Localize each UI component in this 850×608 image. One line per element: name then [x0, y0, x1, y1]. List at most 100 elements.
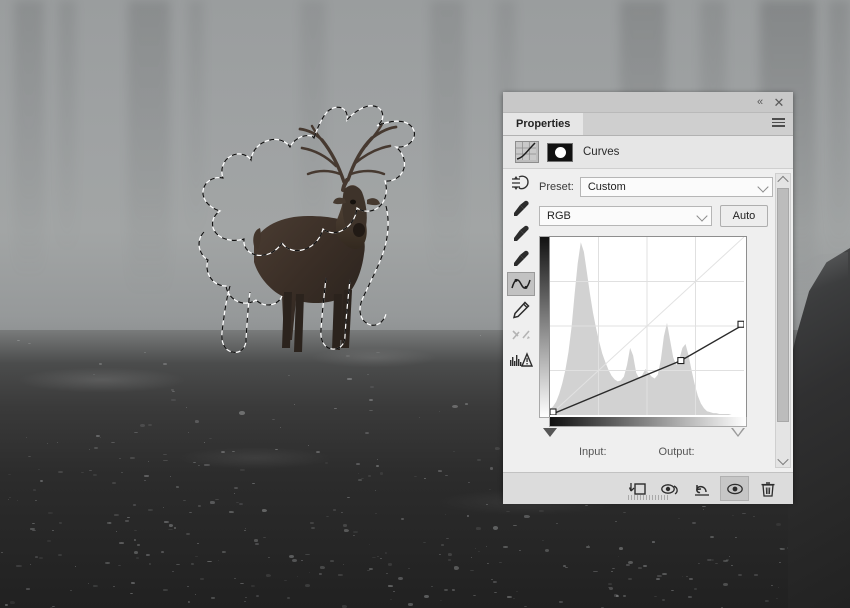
- channel-select[interactable]: RGB: [539, 206, 712, 226]
- ground-speck: [272, 418, 275, 421]
- ground-speck: [623, 595, 626, 597]
- delete-adjustment-layer-button[interactable]: [754, 477, 781, 500]
- ground-speck: [58, 471, 64, 474]
- layer-mask-thumbnail[interactable]: [547, 142, 573, 162]
- ground-speck: [130, 457, 135, 460]
- scrollbar-thumb[interactable]: [777, 188, 789, 422]
- ground-speck: [342, 524, 347, 527]
- ground-speck: [296, 576, 299, 578]
- black-point-slider[interactable]: [543, 428, 557, 437]
- curves-graph[interactable]: [549, 236, 747, 418]
- auto-button[interactable]: Auto: [720, 205, 768, 227]
- ground-speck: [161, 551, 164, 554]
- black-point-eyedropper-icon[interactable]: [508, 197, 534, 219]
- ground-speck: [338, 573, 344, 576]
- ground-speck: [445, 474, 448, 477]
- ground-speck: [112, 481, 116, 484]
- selection-outline-dashes: [359, 205, 389, 326]
- ground-speck: [146, 553, 150, 556]
- curves-graph-area[interactable]: [539, 236, 747, 437]
- ground-speck: [453, 566, 460, 570]
- ground-speck: [334, 407, 337, 410]
- ground-speck: [172, 570, 174, 572]
- white-point-eyedropper-icon[interactable]: [508, 247, 534, 269]
- adjustment-header: Curves: [503, 136, 793, 169]
- ground-speck: [265, 574, 271, 577]
- ground-speck: [368, 398, 374, 402]
- panel-scrollbar[interactable]: [775, 173, 791, 468]
- ground-speck: [524, 515, 530, 519]
- ground-speck: [392, 590, 396, 593]
- ground-speck: [479, 335, 482, 337]
- scroll-down-arrow-icon[interactable]: [776, 453, 790, 467]
- scroll-up-arrow-icon[interactable]: [776, 174, 790, 188]
- ground-speck: [46, 443, 49, 445]
- ground-speck: [240, 583, 244, 585]
- ground-speck: [280, 427, 282, 429]
- ground-speck: [198, 505, 201, 508]
- close-icon[interactable]: ✕: [772, 96, 786, 109]
- curve-control-point[interactable]: [550, 408, 557, 416]
- ground-speck: [118, 542, 124, 544]
- curve-control-point[interactable]: [677, 357, 685, 365]
- ground-speck: [250, 585, 256, 588]
- ground-speck: [221, 451, 226, 454]
- ground-speck: [342, 605, 347, 608]
- ground-speck: [307, 445, 310, 447]
- ground-speck: [32, 489, 36, 491]
- ground-speck: [94, 447, 99, 449]
- ground-speck: [628, 577, 633, 580]
- pencil-draw-curve-icon[interactable]: [508, 299, 534, 321]
- ground-speck: [545, 548, 550, 552]
- panel-menu-icon[interactable]: [772, 118, 785, 129]
- ground-speck: [263, 536, 267, 538]
- ground-speck: [446, 538, 450, 540]
- ground-speck: [188, 601, 191, 603]
- tab-properties[interactable]: Properties: [503, 113, 584, 135]
- gray-point-eyedropper-icon[interactable]: [508, 222, 534, 244]
- edit-points-curve-icon[interactable]: [507, 272, 535, 296]
- ground-speck: [714, 562, 718, 565]
- ground-speck: [325, 516, 329, 518]
- panel-resize-grip[interactable]: [628, 495, 668, 500]
- adjustment-title: Curves: [583, 146, 620, 158]
- ground-speck: [486, 504, 488, 506]
- clipping-warning-icon[interactable]: [508, 349, 534, 371]
- curves-adjustment-icon[interactable]: [515, 141, 539, 163]
- ground-speck: [593, 570, 598, 573]
- ground-speck: [611, 571, 613, 573]
- curves-tool-rail[interactable]: [503, 169, 539, 472]
- ground-speck: [240, 468, 245, 472]
- smooth-curve-icon[interactable]: [508, 324, 534, 346]
- ground-speck: [706, 559, 711, 562]
- preset-select[interactable]: Custom: [579, 177, 773, 197]
- panel-tab-bar[interactable]: Properties: [503, 113, 793, 136]
- ground-speck: [474, 547, 476, 549]
- ground-speck: [27, 455, 32, 458]
- ground-speck: [187, 432, 189, 434]
- ground-speck: [300, 559, 303, 561]
- ground-speck: [681, 575, 684, 577]
- curve-control-point[interactable]: [737, 320, 745, 328]
- on-image-adjustment-icon[interactable]: [508, 172, 534, 194]
- ground-speck: [274, 448, 278, 451]
- toggle-layer-visibility-button[interactable]: [720, 476, 749, 501]
- output-gradient-bar: [539, 236, 549, 418]
- panel-titlebar[interactable]: « ✕: [503, 92, 793, 113]
- ground-speck: [353, 530, 359, 533]
- ground-speck: [467, 515, 470, 517]
- ground-speck: [239, 503, 244, 506]
- ground-speck: [163, 454, 167, 456]
- ground-speck: [389, 599, 393, 601]
- ground-speck: [369, 544, 371, 546]
- reset-button[interactable]: [688, 477, 715, 500]
- ground-speck: [88, 448, 91, 450]
- channel-row: RGB Auto: [539, 205, 773, 227]
- ground-speck: [112, 586, 116, 588]
- ground-speck: [732, 514, 734, 516]
- ground-speck: [503, 546, 508, 548]
- properties-panel[interactable]: « ✕ Properties Curves Preset: Custom RGB…: [503, 92, 793, 504]
- deer-selection-marching-ants[interactable]: [190, 100, 456, 364]
- ground-speck: [215, 498, 219, 501]
- collapse-panel-icon[interactable]: «: [753, 96, 767, 109]
